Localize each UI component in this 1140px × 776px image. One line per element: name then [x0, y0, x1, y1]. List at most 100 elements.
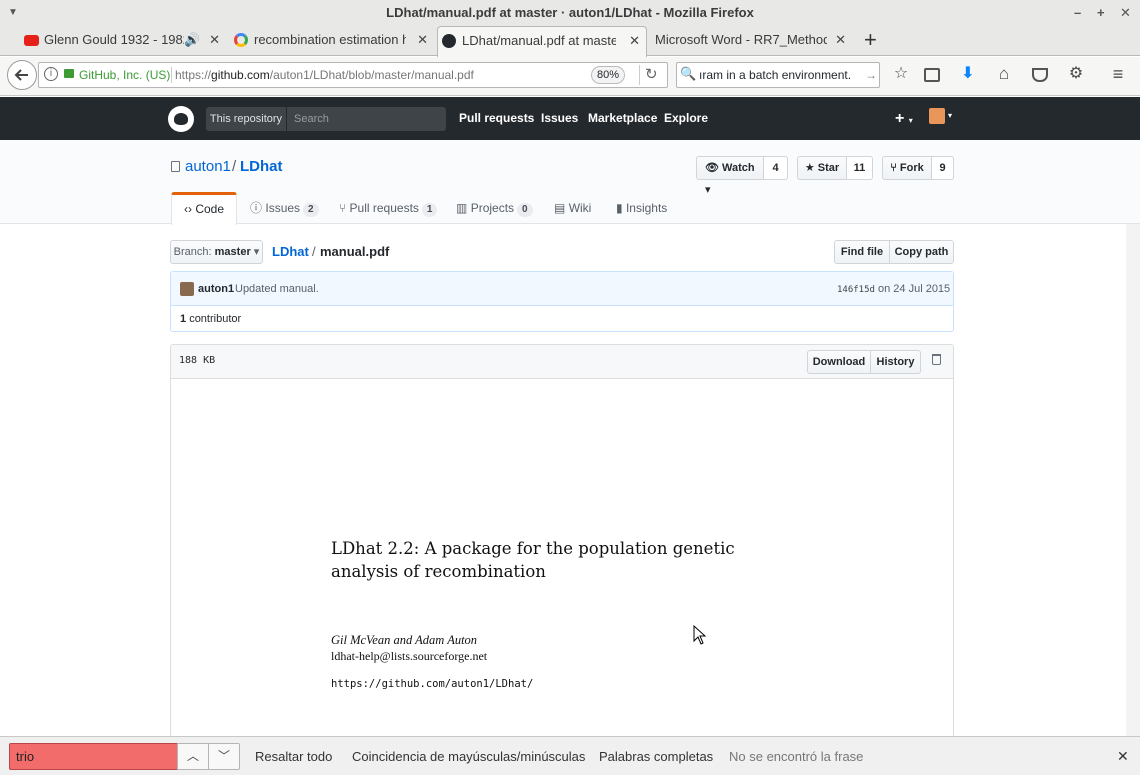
info-icon[interactable]: i [44, 67, 58, 81]
breadcrumb-repo[interactable]: LDhat [272, 244, 309, 259]
tab-wiki[interactable]: ▤ Wiki [554, 192, 591, 224]
repo-name[interactable]: LDhat [240, 158, 283, 175]
minimize-icon[interactable]: – [1074, 0, 1081, 26]
close-tab-icon[interactable]: ✕ [835, 26, 846, 54]
history-button[interactable]: History [870, 350, 921, 374]
tab-insights-label: Insights [625, 201, 668, 215]
star-count[interactable]: 11 [847, 156, 873, 180]
contributors-label: contributor [189, 313, 242, 325]
tab-label: Microsoft Word - RR7_Methods- [655, 32, 827, 47]
chevron-down-icon[interactable]: ▾ [948, 111, 952, 120]
reading-list-icon[interactable] [924, 68, 940, 82]
tab-pull-requests[interactable]: ⑂ Pull requests 1 [339, 192, 438, 224]
find-input[interactable]: trio [9, 743, 178, 770]
issues-count: 2 [303, 203, 319, 217]
avatar[interactable] [929, 108, 945, 124]
search-engine-icon[interactable]: 🔍 [680, 66, 696, 82]
extension-icon[interactable]: ⚙ [1065, 63, 1087, 85]
tab-code[interactable]: ‹› Code [171, 192, 237, 225]
tab-github-manual[interactable]: LDhat/manual.pdf at maste ✕ [437, 26, 647, 57]
close-tab-icon[interactable]: ✕ [209, 26, 220, 54]
find-previous-button[interactable]: ︿ [177, 743, 209, 770]
tab-google[interactable]: recombination estimation ho ✕ [230, 26, 434, 56]
url-text[interactable]: https://github.com/auton1/LDhat/blob/mas… [175, 63, 474, 87]
pocket-icon[interactable] [1032, 68, 1048, 82]
chevron-down-icon: ﹀ [217, 749, 230, 763]
back-button[interactable] [7, 60, 37, 90]
commit-author[interactable]: auton1 [198, 283, 234, 295]
speaker-icon[interactable]: 🔊 [184, 26, 200, 54]
nav-marketplace[interactable]: Marketplace [588, 97, 657, 140]
lock-icon[interactable] [64, 69, 74, 78]
pdf-title-line: analysis of recombination [331, 562, 546, 581]
tab-youtube[interactable]: Glenn Gould 1932 - 1982 🔊 ✕ [20, 26, 226, 56]
home-icon[interactable]: ⌂ [993, 63, 1015, 85]
tab-projects[interactable]: ▥ Projects 0 [456, 192, 533, 224]
trash-icon[interactable] [932, 354, 941, 365]
close-window-icon[interactable]: ✕ [1120, 0, 1131, 26]
header-search[interactable]: This repository Search [206, 107, 446, 131]
commit-sha[interactable]: 146f15d [837, 285, 875, 295]
zoom-indicator[interactable]: 80% [591, 66, 626, 84]
close-find-bar-icon[interactable]: ✕ [1117, 737, 1129, 776]
close-tab-icon[interactable]: ✕ [417, 26, 428, 54]
new-tab-button[interactable]: + [864, 28, 877, 52]
github-icon [442, 34, 456, 48]
site-identity[interactable]: GitHub, Inc. (US) [79, 63, 170, 87]
github-logo-icon[interactable] [168, 106, 194, 132]
issue-icon: ⓘ [250, 201, 263, 215]
watch-count[interactable]: 4 [764, 156, 788, 180]
maximize-icon[interactable]: + [1097, 0, 1105, 26]
fork-button[interactable]: ⑂ Fork [882, 156, 932, 180]
close-tab-icon[interactable]: ✕ [629, 27, 640, 55]
nav-pull-requests[interactable]: Pull requests [459, 97, 534, 140]
reload-icon[interactable]: ↻ [645, 63, 658, 87]
star-icon: ★ [804, 162, 815, 174]
search-scope: This repository [206, 107, 287, 131]
star-label: Star [817, 162, 840, 174]
find-file-button[interactable]: Find file [834, 240, 890, 264]
watch-button[interactable]: 👁 Watch ▾ [696, 156, 764, 196]
web-search-bar[interactable]: 🔍 ıram in a batch environment. → [676, 62, 880, 88]
avatar[interactable] [180, 282, 194, 296]
pull-request-icon: ⑂ [339, 201, 347, 215]
header-search-input[interactable]: Search [294, 107, 329, 131]
tab-word[interactable]: Microsoft Word - RR7_Methods- ✕ [652, 26, 852, 56]
back-arrow-icon [14, 69, 28, 81]
tab-issues[interactable]: ⓘ Issues 2 [250, 192, 319, 224]
tab-insights[interactable]: ▮ Insights [616, 192, 667, 224]
url-divider [171, 67, 172, 83]
whole-words-toggle[interactable]: Palabras completas [599, 737, 713, 776]
window-menu-chevron-icon[interactable]: ▼ [8, 0, 18, 26]
nav-issues[interactable]: Issues [541, 97, 578, 140]
breadcrumb-separator: / [312, 244, 316, 259]
hamburger-menu-icon[interactable]: ≡ [1107, 63, 1129, 85]
copy-path-button[interactable]: Copy path [889, 240, 954, 264]
nav-explore[interactable]: Explore [664, 97, 708, 140]
pdf-url: https://github.com/auton1/LDhat/ [331, 678, 534, 690]
commit-message[interactable]: Updated manual. [235, 283, 319, 295]
pull-requests-count: 1 [421, 203, 438, 217]
file-header: 188 KB Download History [171, 345, 953, 379]
downloads-icon[interactable]: ⬇ [957, 63, 979, 85]
search-go-icon[interactable]: → [865, 63, 877, 87]
create-new-plus-icon[interactable]: + ▾ [895, 97, 913, 142]
repo-icon [171, 161, 180, 172]
repo-owner[interactable]: auton1 [185, 158, 231, 175]
download-button[interactable]: Download [807, 350, 871, 374]
star-button[interactable]: ★ Star [797, 156, 847, 180]
url-bar[interactable]: i GitHub, Inc. (US) https://github.com/a… [38, 62, 668, 88]
commit-box: auton1 Updated manual. 146f15d on 24 Jul… [170, 271, 954, 332]
tab-strip: Glenn Gould 1932 - 1982 🔊 ✕ recombinatio… [0, 26, 1140, 57]
tab-label: Glenn Gould 1932 - 1982 [44, 32, 184, 47]
mouse-cursor-icon [693, 625, 707, 645]
bookmark-star-icon[interactable]: ☆ [890, 63, 912, 85]
contributors[interactable]: 1 contributor [180, 313, 241, 325]
match-case-toggle[interactable]: Coincidencia de mayúsculas/minúsculas [352, 737, 585, 776]
fork-count[interactable]: 9 [932, 156, 954, 180]
highlight-all-toggle[interactable]: Resaltar todo [255, 737, 332, 776]
window-title: LDhat/manual.pdf at master · auton1/LDha… [386, 5, 754, 20]
branch-select[interactable]: Branch: master ▾ [170, 240, 263, 264]
search-input[interactable]: ıram in a batch environment. [699, 63, 859, 87]
find-next-button[interactable]: ﹀ [208, 743, 240, 770]
